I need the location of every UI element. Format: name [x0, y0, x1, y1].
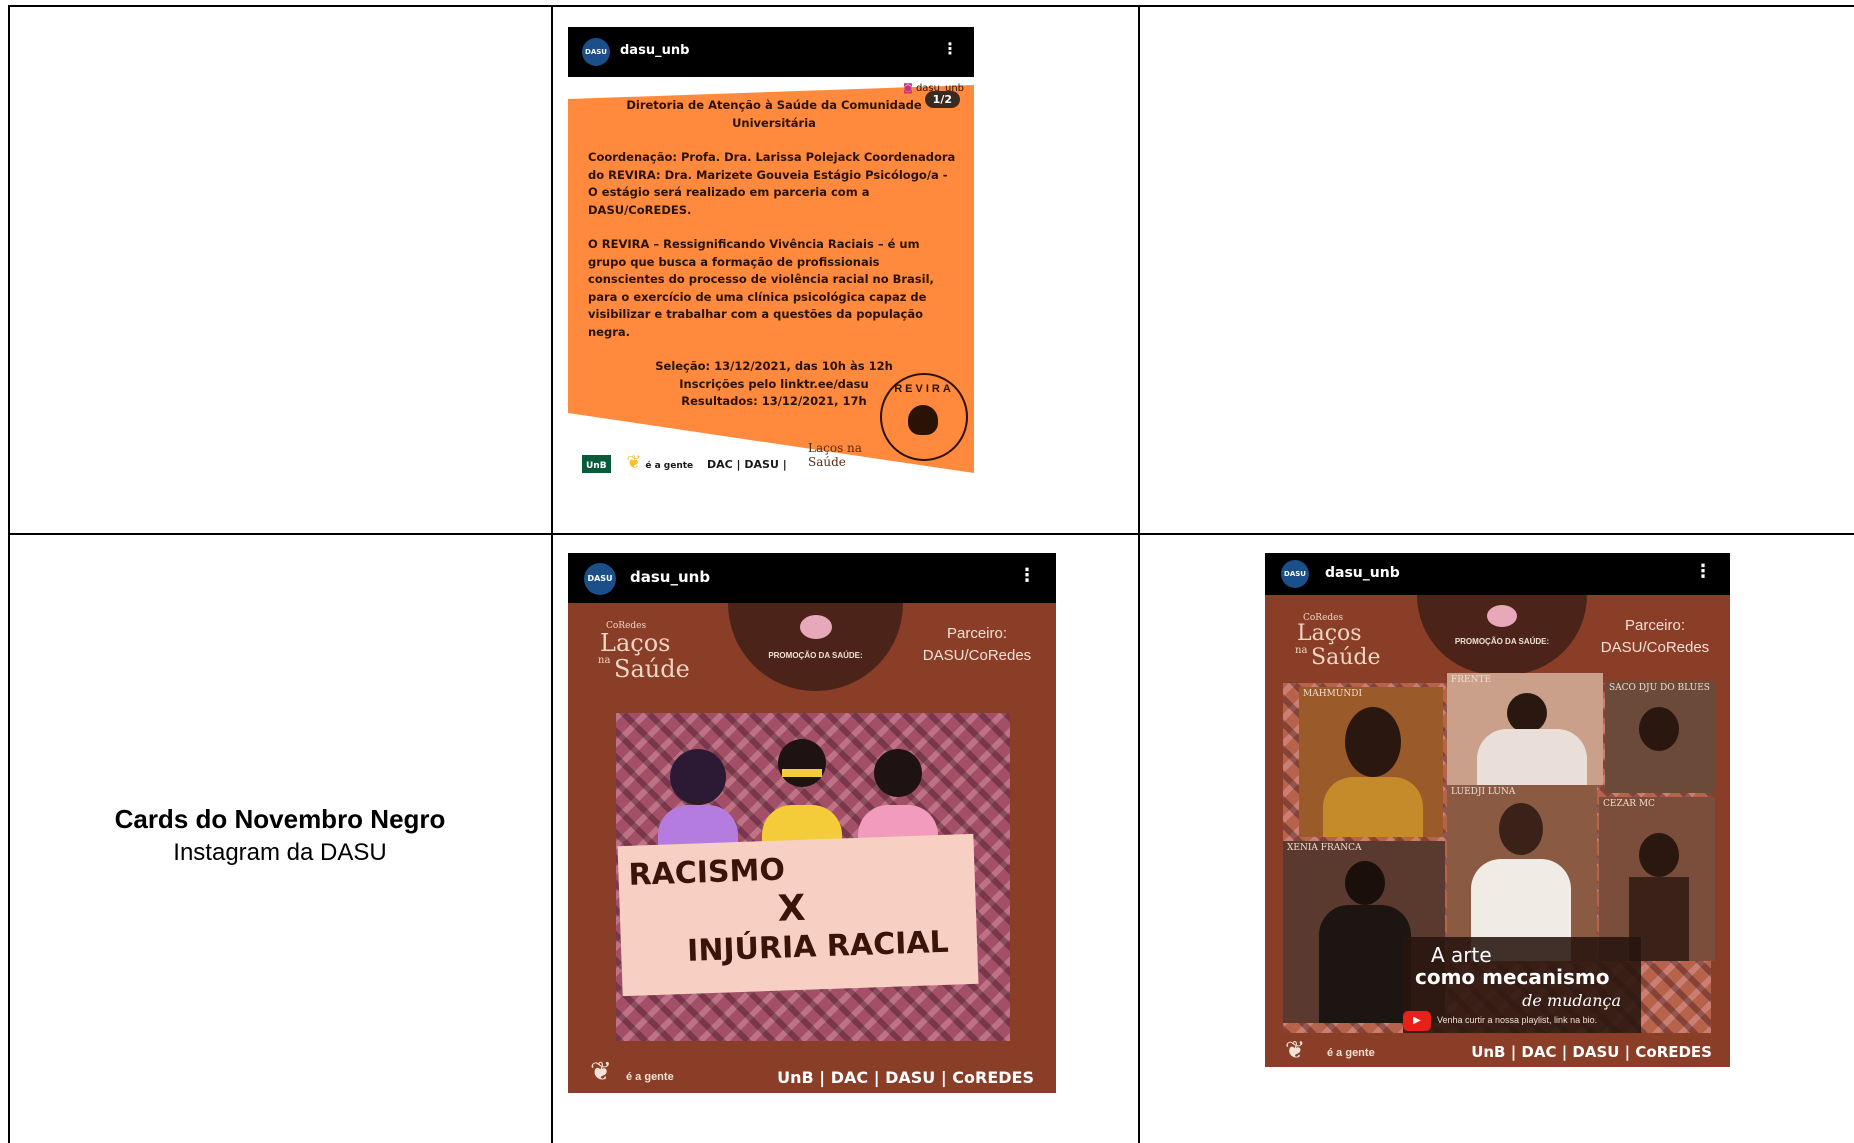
- artist-label: LUEDJI LUNA: [1451, 787, 1516, 797]
- post3-footer: UnB | DAC | DASU | CoREDES: [1471, 1043, 1712, 1061]
- coredes-logo: CoRedes Laços na Saúde: [1295, 613, 1405, 677]
- table-column-divider-1: [551, 5, 553, 1143]
- more-options-icon[interactable]: ⋮: [1694, 561, 1712, 582]
- dac-dasu-text: DAC | DASU |: [707, 458, 787, 471]
- playlist-text: Venha curtir a nossa playlist, link na b…: [1437, 1015, 1598, 1025]
- banner-racismo: RACISMO: [627, 852, 786, 893]
- revira-description: O REVIRA – Ressignificando Vivência Raci…: [588, 237, 934, 339]
- chat-bubbles-icon: [800, 615, 832, 639]
- lacos-text: Laços: [1297, 621, 1362, 646]
- promo-text: PROMOÇÃO DA SAÚDE:: [1454, 637, 1550, 646]
- partner-info: Parceiro: DASU/CoRedes: [912, 623, 1042, 667]
- coordination-text: Coordenação: Profa. Dra. Larissa Polejac…: [588, 150, 956, 217]
- promocao-saude-badge: PROMOÇÃO DA SAÚDE:: [1417, 595, 1587, 675]
- artist-photo-2: FRENTE: [1447, 673, 1603, 785]
- na-text: na: [598, 655, 611, 666]
- promocao-saude-badge: PROMOÇÃO DA SAÚDE:: [728, 603, 903, 691]
- saude-text: Saúde: [614, 655, 690, 683]
- na-text: na: [1295, 645, 1308, 656]
- coredes-logo: CoRedes Laços na Saúde: [598, 621, 708, 691]
- row-label-cell: Cards do Novembro Negro Instagram da DAS…: [10, 802, 550, 870]
- chat-bubbles-icon: [1487, 605, 1517, 627]
- table-border-left: [8, 5, 10, 1143]
- artist-photo-4: LUEDJI LUNA: [1447, 785, 1597, 961]
- arte-line-2: como mecanismo: [1415, 965, 1610, 989]
- artist-photo-3: SACO DJU DO BLUES: [1605, 681, 1715, 793]
- avatar[interactable]: DASU: [582, 38, 610, 66]
- artist-label: XENIA FRANCA: [1287, 843, 1362, 853]
- artist-photo-1: MAHMUNDI: [1299, 687, 1443, 837]
- arte-line-1: A arte: [1431, 943, 1492, 967]
- table-column-divider-2: [1138, 5, 1140, 1143]
- banner-x: X: [777, 887, 807, 930]
- instagram-post-arte[interactable]: DASU dasu_unb ⋮ CoRedes Laços na Saúde P…: [1265, 553, 1730, 1067]
- artist-label: CEZAR MC: [1603, 799, 1655, 809]
- butterfly-icon: ❦: [626, 452, 642, 473]
- post-title: Diretoria de Atenção à Saúde da Comunida…: [626, 98, 922, 130]
- woman-illustration-1: [658, 749, 738, 845]
- post-header: DASU dasu_unb ⋮: [568, 27, 974, 77]
- post2-footer: UnB | DAC | DASU | CoREDES: [777, 1068, 1034, 1087]
- artist-label: MAHMUNDI: [1303, 689, 1363, 699]
- post-header: DASU dasu_unb ⋮: [1265, 553, 1730, 595]
- butterfly-icon: ❦: [1285, 1037, 1306, 1064]
- more-options-icon[interactable]: ⋮: [942, 39, 958, 58]
- cards-title: Cards do Novembro Negro: [114, 804, 446, 834]
- promo-text: PROMOÇÃO DA SAÚDE:: [768, 651, 863, 660]
- username[interactable]: dasu_unb: [620, 43, 689, 58]
- saude-text: Saúde: [1311, 645, 1381, 670]
- table-border-top: [8, 5, 1854, 7]
- agente-logo: é a gente: [645, 461, 694, 471]
- username[interactable]: dasu_unb: [1325, 565, 1400, 581]
- instagram-post-revira[interactable]: DASU dasu_unb ⋮ ◙ dasu_unb 1/2 Diretoria…: [568, 27, 974, 479]
- table-border-middle: [8, 533, 1854, 535]
- lacos-text: Laços: [600, 629, 671, 657]
- partner-label: Parceiro:: [1624, 617, 1686, 634]
- avatar[interactable]: DASU: [584, 563, 616, 595]
- revira-logo-text: REVIRA: [894, 383, 954, 395]
- woman-illustration-2: [762, 739, 842, 845]
- revira-logo: REVIRA: [880, 373, 968, 461]
- post-header: DASU dasu_unb ⋮: [568, 553, 1056, 603]
- post1-footer: UnB ❦ é a gente DAC | DASU |: [582, 452, 787, 473]
- lacos-logo: Laços na Saúde: [808, 441, 862, 469]
- artist-label: FRENTE: [1451, 675, 1492, 685]
- cards-subtitle: Instagram da DASU: [173, 839, 387, 866]
- partner-value: DASU/CoRedes: [922, 647, 1032, 664]
- more-options-icon[interactable]: ⋮: [1018, 565, 1036, 586]
- banner-injuria: INJÚRIA RACIAL: [686, 924, 950, 969]
- instagram-post-racismo[interactable]: DASU dasu_unb ⋮ CoRedes Laços na Saúde P…: [568, 553, 1056, 1093]
- username[interactable]: dasu_unb: [630, 568, 710, 586]
- partner-value: DASU/CoRedes: [1600, 639, 1710, 656]
- partner-label: Parceiro:: [946, 625, 1008, 642]
- agente-logo: é a gente: [626, 1071, 674, 1083]
- artist-label: SACO DJU DO BLUES: [1609, 683, 1710, 693]
- partner-info: Parceiro: DASU/CoRedes: [1590, 615, 1720, 659]
- woman-illustration-3: [858, 749, 938, 845]
- butterfly-icon: ❦: [590, 1056, 612, 1086]
- racismo-injuria-banner: RACISMO X INJÚRIA RACIAL: [617, 833, 979, 997]
- bird-icon: [908, 405, 938, 435]
- avatar[interactable]: DASU: [1281, 560, 1309, 588]
- agente-logo: é a gente: [1327, 1047, 1375, 1059]
- youtube-icon[interactable]: ▶: [1403, 1011, 1431, 1031]
- arte-line-3: de mudança: [1522, 991, 1621, 1010]
- selection-date: Seleção: 13/12/2021, das 10h às 12h: [655, 359, 893, 373]
- unb-logo: UnB: [582, 455, 611, 473]
